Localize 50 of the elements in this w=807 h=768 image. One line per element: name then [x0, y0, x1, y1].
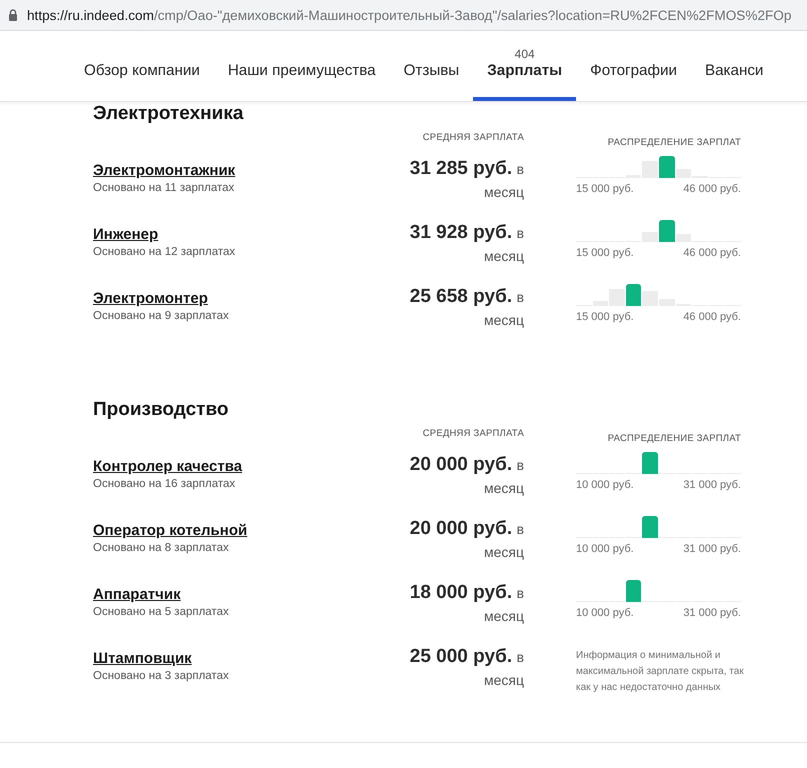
- salary-basis: Основано на 9 зарплатах: [93, 310, 230, 322]
- min-salary-label: 15 000 руб.: [576, 183, 634, 195]
- salary-basis: Основано на 8 зарплатах: [93, 542, 230, 554]
- min-salary-label: 15 000 руб.: [576, 247, 634, 259]
- average-salary: 31 928 руб. в месяц: [408, 222, 524, 266]
- tab-count: 404: [514, 47, 536, 61]
- average-salary: 31 285 руб. в месяц: [408, 158, 524, 202]
- column-header: СРЕДНЯЯ ЗАРПЛАТА: [422, 428, 524, 439]
- section-heading: Электротехника: [93, 102, 244, 126]
- max-salary-label: 46 000 руб.: [683, 311, 741, 323]
- max-salary-label: 31 000 руб.: [683, 543, 741, 555]
- address-bar[interactable]: https://ru.indeed.com/cmp/Оао-"демиховский-Машиностроительный-Завод"/salaries?location=RU%2FCEN%2FMOS%2FOp: [0, 0, 807, 31]
- salary-basis: Основано на 11 зарплатах: [93, 182, 236, 194]
- hidden-range-note: Информация о минимальной и максимальной зарплате скрыта, так как у нас недостаточно данных: [576, 649, 745, 695]
- tab[interactable]: 404 Зарплаты: [473, 31, 576, 101]
- salary-basis: Основано на 16 зарплатах: [93, 478, 236, 490]
- tab[interactable]: Отзывы: [390, 31, 474, 101]
- job-title-link[interactable]: Аппаратчик: [93, 586, 181, 603]
- average-salary: 20 000 руб. в месяц: [408, 518, 524, 562]
- tab[interactable]: Ваканси: [690, 31, 778, 101]
- job-title-link[interactable]: Электромонтажник: [93, 162, 236, 179]
- max-salary-label: 46 000 руб.: [683, 247, 741, 259]
- column-header: РАСПРЕДЕЛЕНИЕ ЗАРПЛАТ: [608, 433, 741, 444]
- salary-basis: Основано на 12 зарплатах: [93, 246, 236, 258]
- min-salary-label: 10 000 руб.: [576, 607, 634, 619]
- max-salary-label: 31 000 руб.: [683, 607, 741, 619]
- salary-basis: Основано на 3 зарплатах: [93, 670, 230, 682]
- tab[interactable]: Наши преимущества: [214, 31, 390, 101]
- job-title-link[interactable]: Электромонтер: [93, 290, 208, 307]
- max-salary-label: 31 000 руб.: [683, 479, 741, 491]
- max-salary-label: 46 000 руб.: [683, 183, 741, 195]
- job-title-link[interactable]: Оператор котельной: [93, 522, 248, 539]
- average-salary: 20 000 руб. в месяц: [408, 454, 524, 498]
- tab[interactable]: Фотографии: [576, 31, 691, 101]
- average-salary: 18 000 руб. в месяц: [408, 582, 524, 626]
- min-salary-label: 10 000 руб.: [576, 479, 634, 491]
- salary-basis: Основано на 5 зарплатах: [93, 606, 230, 618]
- min-salary-label: 10 000 руб.: [576, 543, 634, 555]
- average-salary: 25 658 руб. в месяц: [408, 286, 524, 330]
- job-title-link[interactable]: Штамповщик: [93, 650, 192, 667]
- average-salary: 25 000 руб. в месяц: [408, 646, 524, 690]
- column-header: СРЕДНЯЯ ЗАРПЛАТА: [422, 132, 524, 143]
- url-text: https://ru.indeed.com/cmp/Оао-"демиховский-Машиностроительный-Завод"/salaries?location=RU%2FCEN%2FMOS%2FOp: [27, 8, 792, 22]
- tab[interactable]: Обзор компании: [70, 31, 214, 101]
- column-header: РАСПРЕДЕЛЕНИЕ ЗАРПЛАТ: [608, 137, 741, 148]
- min-salary-label: 15 000 руб.: [576, 311, 634, 323]
- job-title-link[interactable]: Инженер: [93, 226, 158, 243]
- section-heading: Производство: [93, 398, 230, 422]
- lock-icon: [8, 9, 18, 21]
- job-title-link[interactable]: Контролер качества: [93, 458, 242, 475]
